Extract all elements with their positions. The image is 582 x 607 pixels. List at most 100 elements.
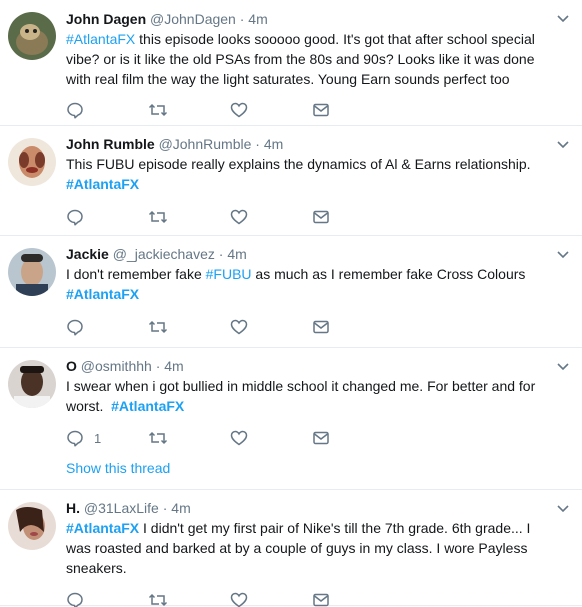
display-name[interactable]: H. [66,500,80,516]
reply-button[interactable] [66,318,148,336]
tweet-header: H. @31LaxLife · 4m [66,490,546,518]
separator-dot: · [255,136,260,152]
timestamp[interactable]: 4m [227,246,246,262]
dm-button[interactable] [312,101,394,119]
tweet[interactable]: John Dagen @JohnDagen · 4m #AtlantaFX th… [0,0,582,126]
hashtag-link[interactable]: #AtlantaFX [66,520,139,536]
display-name[interactable]: John Dagen [66,11,146,27]
envelope-icon [313,320,329,334]
separator-dot: · [239,11,245,27]
like-button[interactable] [230,101,312,119]
dm-button[interactable] [312,591,394,607]
reply-icon [67,102,83,119]
dm-button[interactable] [312,429,394,447]
chevron-down-icon[interactable] [556,138,570,152]
tweet-text: This FUBU episode really explains the dy… [66,154,546,194]
avatar[interactable] [8,360,56,408]
tweet-text: #AtlantaFX I didn't get my first pair of… [66,518,546,578]
chevron-down-icon[interactable] [556,12,570,26]
chevron-down-icon[interactable] [556,502,570,516]
reply-icon [67,592,83,607]
tweet[interactable]: Jackie @_jackiechavez · 4m I don't remem… [0,236,582,348]
avatar[interactable] [8,248,56,296]
heart-icon [230,430,248,446]
reply-count: 1 [94,430,102,446]
tweet-actions [66,207,546,227]
dm-button[interactable] [312,208,394,226]
user-handle[interactable]: @JohnRumble [159,136,252,152]
reply-icon [67,319,83,336]
tweet[interactable]: O @osmithhh · 4m I swear when i got bull… [0,348,582,490]
tweet[interactable]: John Rumble @JohnRumble · 4m This FUBU e… [0,126,582,236]
reply-icon [67,209,83,226]
heart-icon [230,102,248,118]
avatar[interactable] [8,138,56,186]
tweet-text: #AtlantaFX this episode looks sooooo goo… [66,29,546,89]
tweet-text: I swear when i got bullied in middle sch… [66,376,546,416]
tweet-header: Jackie @_jackiechavez · 4m [66,236,546,264]
heart-icon [230,209,248,225]
tweet-feed: John Dagen @JohnDagen · 4m #AtlantaFX th… [0,0,582,607]
reply-button[interactable]: 1 [66,429,148,447]
reply-button[interactable] [66,101,148,119]
retweet-icon [148,593,168,607]
display-name[interactable]: O [66,358,77,374]
retweet-icon [148,210,168,224]
user-handle[interactable]: @_jackiechavez [113,246,215,262]
timestamp[interactable]: 4m [264,136,283,152]
avatar[interactable] [8,502,56,550]
chevron-down-icon[interactable] [556,248,570,262]
tweet-text-segment: this episode looks sooooo good. It's got… [66,31,535,87]
retweet-button[interactable] [148,318,230,336]
dm-button[interactable] [312,318,394,336]
envelope-icon [313,103,329,117]
timestamp[interactable]: 4m [171,500,190,516]
hashtag-link[interactable]: #FUBU [206,266,252,282]
tweet-text-segment: This FUBU episode really explains the dy… [66,156,531,172]
tweet-text: I don't remember fake #FUBU as much as I… [66,264,546,304]
retweet-button[interactable] [148,429,230,447]
tweet-text-segment: I don't remember fake [66,266,206,282]
tweet-header: John Dagen @JohnDagen · 4m [66,0,546,29]
separator-dot: · [162,500,168,516]
avatar[interactable] [8,12,56,60]
heart-icon [230,319,248,335]
retweet-button[interactable] [148,591,230,607]
tweet-actions: 1 [66,428,546,448]
envelope-icon [313,210,329,224]
user-handle[interactable]: @JohnDagen [150,11,236,27]
timestamp[interactable]: 4m [248,11,267,27]
separator-dot: · [218,246,224,262]
show-thread-link[interactable]: Show this thread [66,460,546,476]
display-name[interactable]: Jackie [66,246,109,262]
like-button[interactable] [230,429,312,447]
tweet-header: John Rumble @JohnRumble · 4m [66,126,546,154]
envelope-icon [313,431,329,445]
reply-icon [67,430,83,447]
hashtag-link[interactable]: #AtlantaFX [66,31,135,47]
heart-icon [230,592,248,607]
retweet-button[interactable] [148,208,230,226]
reply-button[interactable] [66,591,148,607]
envelope-icon [313,593,329,607]
retweet-icon [148,431,168,445]
like-button[interactable] [230,591,312,607]
display-name[interactable]: John Rumble [66,136,155,152]
hashtag-link[interactable]: #AtlantaFX [66,176,139,192]
user-handle[interactable]: @31LaxLife [84,500,159,516]
hashtag-link[interactable]: #AtlantaFX [66,286,139,302]
like-button[interactable] [230,318,312,336]
retweet-icon [148,103,168,117]
tweet-actions [66,590,546,607]
retweet-button[interactable] [148,101,230,119]
separator-dot: · [155,358,161,374]
hashtag-link[interactable]: #AtlantaFX [111,398,184,414]
tweet-text-segment: as much as I remember fake Cross Colours [251,266,526,282]
tweet[interactable]: H. @31LaxLife · 4m #AtlantaFX I didn't g… [0,490,582,607]
chevron-down-icon[interactable] [556,360,570,374]
reply-button[interactable] [66,208,148,226]
user-handle[interactable]: @osmithhh [81,358,152,374]
like-button[interactable] [230,208,312,226]
tweet-actions [66,317,546,337]
timestamp[interactable]: 4m [164,358,183,374]
